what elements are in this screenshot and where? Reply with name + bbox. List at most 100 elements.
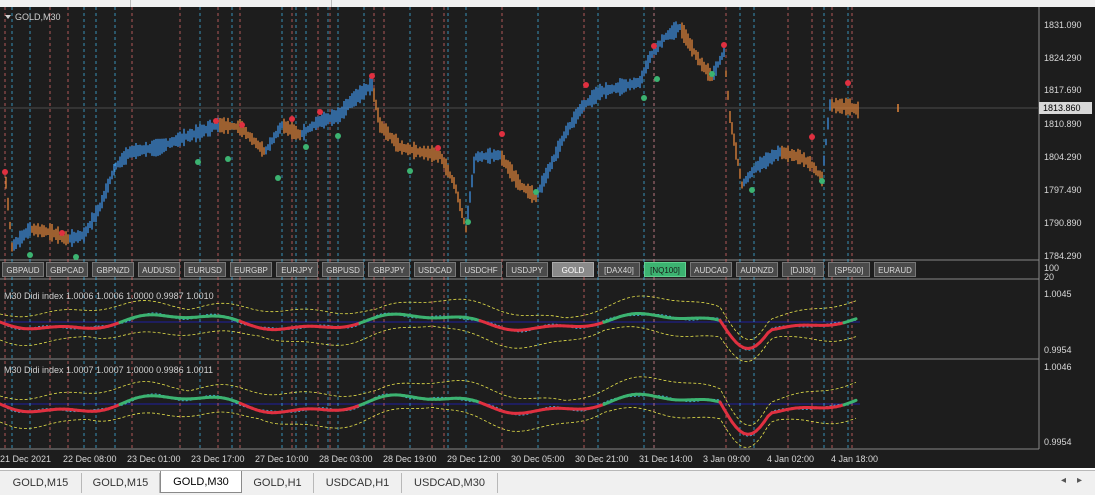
signal-dot-down — [435, 145, 441, 151]
price-axis-label: 1804.290 — [1044, 152, 1082, 162]
symbol-button-usdjpy[interactable]: USDJPY — [506, 262, 548, 277]
time-axis-label: 3 Jan 09:00 — [703, 454, 750, 464]
indicator-main-line — [852, 319, 856, 320]
scroll-left-icon[interactable]: ◂ — [1061, 475, 1066, 486]
chart-window[interactable]: GOLD,M30 1831.090 1824.290 1817.690 1810… — [0, 7, 1095, 468]
time-axis-label: 28 Dec 03:00 — [319, 454, 373, 464]
chart-symbol-title: GOLD,M30 — [15, 12, 61, 22]
tab-usdcad-m30[interactable]: USDCAD,M30 — [402, 473, 498, 493]
chart-canvas[interactable]: GOLD,M30 1831.090 1824.290 1817.690 1810… — [0, 7, 1095, 468]
tab-gold-m15[interactable]: GOLD,M15 — [0, 473, 82, 493]
signal-dot-up — [749, 187, 755, 193]
price-axis-label: 1810.890 — [1044, 119, 1082, 129]
time-axis-label: 31 Dec 14:00 — [639, 454, 693, 464]
indicator-main-line — [852, 400, 856, 402]
indicator1-axis-bottom: 0.9954 — [1044, 345, 1072, 355]
signal-dot-down — [583, 82, 589, 88]
symbol-button-dax40[interactable]: [DAX40] — [598, 262, 640, 277]
signal-dot-down — [651, 43, 657, 49]
price-axis-label: 1790.890 — [1044, 218, 1082, 228]
symbol-button-audcad[interactable]: AUDCAD — [690, 262, 732, 277]
signal-dot-down — [239, 122, 245, 128]
price-axis: 1831.090 1824.290 1817.690 1810.890 1804… — [1044, 20, 1082, 261]
indicator2-axis-top: 1.0046 — [1044, 362, 1072, 372]
chart-tab-bar: GOLD,M15 GOLD,M15 GOLD,M30 GOLD,H1 USDCA… — [0, 470, 1095, 495]
time-axis-label: 21 Dec 2021 — [0, 454, 51, 464]
symbol-button-dji30[interactable]: [DJI30] — [782, 262, 824, 277]
signal-dot-down — [59, 230, 65, 236]
time-axis-label: 23 Dec 17:00 — [191, 454, 245, 464]
signal-dot-down — [721, 42, 727, 48]
tab-usdcad-h1[interactable]: USDCAD,H1 — [314, 473, 402, 493]
symbol-button-sp500[interactable]: [SP500] — [828, 262, 870, 277]
signal-dot-up — [225, 156, 231, 162]
time-axis-label: 23 Dec 01:00 — [127, 454, 181, 464]
indicator1-title: M30 Didi index 1.0006 1.0006 1.0000 0.99… — [4, 291, 214, 301]
indicator1-lines — [0, 296, 856, 362]
time-axis-label: 29 Dec 12:00 — [447, 454, 501, 464]
signal-vertical-lines — [5, 7, 852, 449]
time-axis-label: 22 Dec 08:00 — [63, 454, 117, 464]
separator-lines — [0, 7, 1039, 449]
signal-dot-up — [465, 219, 471, 225]
signal-dot-up — [73, 254, 79, 260]
signal-dot-down — [845, 80, 851, 86]
price-bars — [6, 21, 898, 251]
time-axis-label: 4 Jan 02:00 — [767, 454, 814, 464]
signal-dot-up — [27, 252, 33, 258]
time-axis-label: 27 Dec 10:00 — [255, 454, 309, 464]
symbol-button-eurusd[interactable]: EURUSD — [184, 262, 226, 277]
symbol-button-gbpcad[interactable]: GBPCAD — [46, 262, 88, 277]
tab-gold-h1[interactable]: GOLD,H1 — [242, 473, 314, 493]
signal-dot-up — [819, 178, 825, 184]
symbol-button-eurjpy[interactable]: EURJPY — [276, 262, 318, 277]
tab-gold-m30[interactable]: GOLD,M30 — [160, 471, 242, 493]
signal-dot-up — [303, 144, 309, 150]
signal-dot-up — [407, 168, 413, 174]
time-axis-label: 28 Dec 19:00 — [383, 454, 437, 464]
signal-dot-up — [275, 175, 281, 181]
signal-dot-down — [499, 131, 505, 137]
signal-dot-down — [317, 109, 323, 115]
current-price-label: 1813.860 — [1043, 103, 1081, 113]
signal-dot-up — [641, 95, 647, 101]
symbol-button-gbpusd[interactable]: GBPUSD — [322, 262, 364, 277]
time-axis-label: 30 Dec 05:00 — [511, 454, 565, 464]
toolbar-separator — [331, 0, 332, 7]
indicator2-lines — [0, 377, 856, 448]
symbol-button-eurgbp[interactable]: EURGBP — [230, 262, 272, 277]
signal-dot-down — [289, 116, 295, 122]
symbol-button-usdcad[interactable]: USDCAD — [414, 262, 456, 277]
symbol-button-usdchf[interactable]: USDCHF — [460, 262, 502, 277]
price-axis-label: 1797.490 — [1044, 185, 1082, 195]
symbol-button-gbpjpy[interactable]: GBPJPY — [368, 262, 410, 277]
indicator1-axis-top: 1.0045 — [1044, 289, 1072, 299]
signal-dot-up — [654, 76, 660, 82]
price-axis-label: 1784.290 — [1044, 251, 1082, 261]
time-axis-label: 4 Jan 18:00 — [831, 454, 878, 464]
symbol-button-audusd[interactable]: AUDUSD — [138, 262, 180, 277]
symbol-button-audnzd[interactable]: AUDNZD — [736, 262, 778, 277]
time-axis: 21 Dec 2021 22 Dec 08:00 23 Dec 01:00 23… — [0, 454, 878, 464]
signal-dot-down — [809, 134, 815, 140]
signal-dot-down — [213, 118, 219, 124]
toolbar-separator — [130, 0, 131, 7]
indicator2-axis-bottom: 0.9954 — [1044, 437, 1072, 447]
signal-dot-down — [2, 169, 8, 175]
signal-dot-down — [369, 73, 375, 79]
signal-dot-up — [709, 71, 715, 77]
symbol-button-nq100[interactable]: [NQ100] — [644, 262, 686, 277]
symbol-button-gbpaud[interactable]: GBPAUD — [2, 262, 44, 277]
tab-gold-m15-2[interactable]: GOLD,M15 — [82, 473, 160, 493]
collapse-arrow-icon[interactable] — [5, 15, 11, 19]
signal-dot-up — [335, 133, 341, 139]
mini-axis-label: 20 — [1044, 272, 1054, 282]
price-axis-label: 1817.690 — [1044, 85, 1082, 95]
indicator2-title: M30 Didi index 1.0007 1.0007 1.0000 0.99… — [4, 365, 213, 375]
price-axis-label: 1824.290 — [1044, 53, 1082, 63]
scroll-right-icon[interactable]: ▸ — [1077, 475, 1082, 486]
symbol-button-euraud[interactable]: EURAUD — [874, 262, 916, 277]
symbol-button-gbpnzd[interactable]: GBPNZD — [92, 262, 134, 277]
symbol-button-gold[interactable]: GOLD — [552, 262, 594, 277]
time-axis-label: 30 Dec 21:00 — [575, 454, 629, 464]
